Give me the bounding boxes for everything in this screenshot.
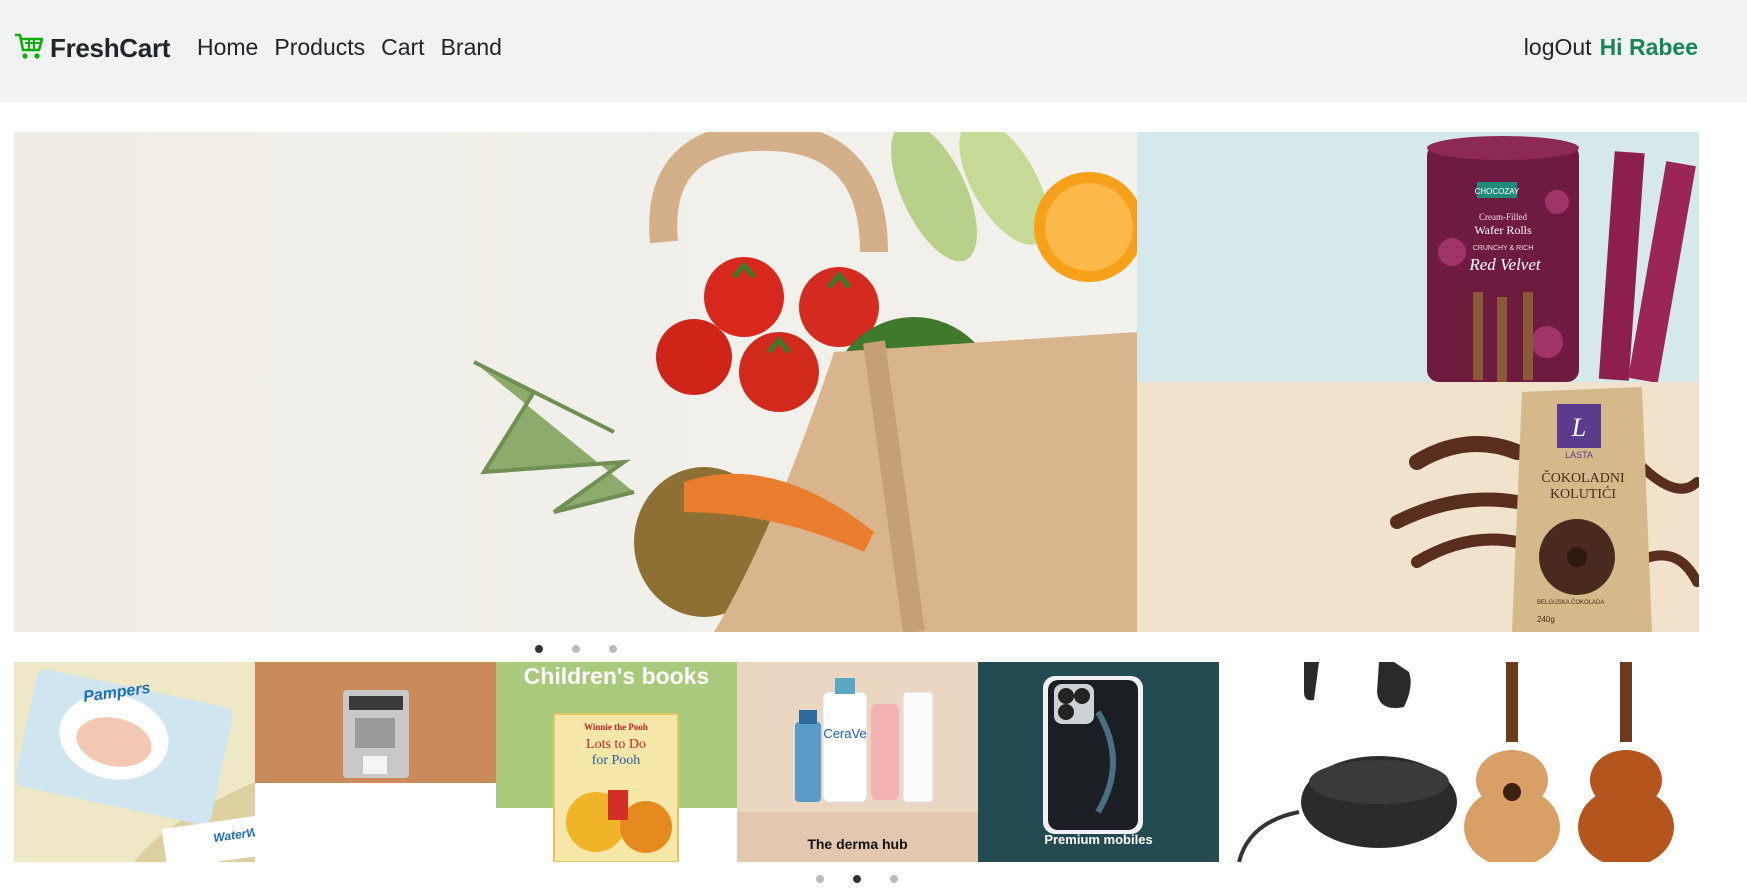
svg-text:LASTA: LASTA [1565,450,1593,460]
svg-text:Cream-Filled: Cream-Filled [1479,212,1527,222]
svg-text:L: L [1571,413,1586,442]
svg-text:Wafer Rolls: Wafer Rolls [1474,223,1532,237]
svg-text:Lots to Do: Lots to Do [586,737,646,752]
category-card-diapers[interactable]: Pampers WaterWipes [14,662,255,862]
svg-text:KOLUTIĆI: KOLUTIĆI [1550,485,1616,502]
hero-dot-3[interactable] [609,645,617,653]
category-card-guitars[interactable] [1460,662,1701,862]
user-greeting: Hi Rabee [1599,34,1698,60]
category-label-premium-mobiles: Premium mobiles [1044,832,1153,847]
category-label-derma-hub: The derma hub [807,836,908,852]
hero-carousel-dots [535,645,617,653]
brand-logo[interactable]: FreshCart [14,32,170,65]
svg-text:CeraVe: CeraVe [823,726,866,741]
nav-right: logOut Hi Rabee [1524,34,1698,61]
promo-wafer-rolls-image: CHOCOZAY Cream-Filled Wafer Rolls CRUNCH… [1137,132,1699,382]
nav-link-cart[interactable]: Cart [381,34,424,61]
hero-dot-1[interactable] [535,645,543,653]
category-dot-2[interactable] [853,875,861,883]
nav-link-home[interactable]: Home [197,34,258,61]
navbar: FreshCart Home Products Cart Brand logOu… [0,0,1747,102]
svg-text:240g: 240g [1537,615,1555,624]
svg-text:Red Velvet: Red Velvet [1468,255,1542,274]
svg-text:Winnie the Pooh: Winnie the Pooh [584,722,648,732]
svg-text:BELGIJSKA ČOKOLADA: BELGIJSKA ČOKOLADA [1537,599,1604,606]
shopping-cart-icon [14,32,44,65]
svg-text:ČOKOLADNI: ČOKOLADNI [1541,469,1625,486]
category-label-childrens-books: Children's books [523,663,710,689]
svg-text:CHOCOZAY: CHOCOZAY [1475,187,1520,196]
category-card-premium-mobiles[interactable]: Premium mobiles [978,662,1219,862]
category-dot-3[interactable] [890,875,898,883]
logout-link[interactable]: logOut [1524,34,1592,61]
hero-slide-image [14,132,1137,632]
nav-links: Home Products Cart Brand [197,34,502,61]
category-dot-1[interactable] [816,875,824,883]
nav-link-products[interactable]: Products [274,34,365,61]
category-card-childrens-books[interactable]: Winnie the Pooh Lots to Do for Pooh Chil… [496,662,737,862]
svg-text:for Pooh: for Pooh [592,753,641,768]
category-card-derma-hub[interactable]: CeraVe The derma hub [737,662,978,862]
brand-name: FreshCart [50,33,171,63]
hero-dot-2[interactable] [572,645,580,653]
category-carousel-dots [816,875,898,883]
promo-chocolate-rings-image: L LASTA ČOKOLADNI KOLUTIĆI BELGIJSKA ČOK… [1137,382,1699,632]
nav-link-brand[interactable]: Brand [441,34,502,61]
category-card-coffee-machine[interactable] [255,662,496,862]
svg-text:CRUNCHY & RICH: CRUNCHY & RICH [1473,245,1534,252]
category-card-earbuds[interactable] [1219,662,1460,862]
